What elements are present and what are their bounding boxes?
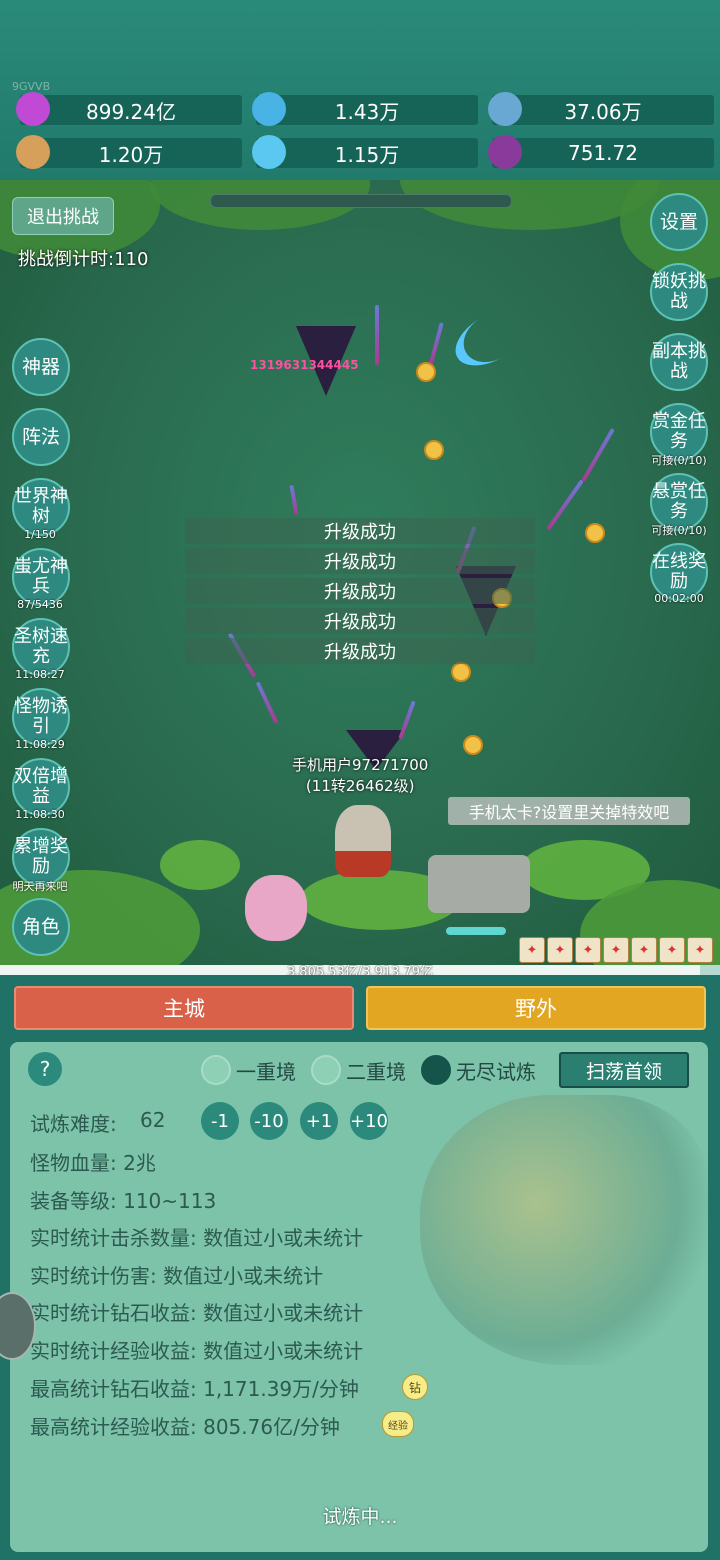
foliage xyxy=(160,840,240,890)
difficulty-minus-1-button[interactable]: -1 xyxy=(201,1102,239,1140)
coin-drop xyxy=(585,523,605,543)
exit-challenge-button[interactable]: 退出挑战 xyxy=(12,197,114,235)
pet-character xyxy=(245,875,307,941)
difficulty-minus-10-button[interactable]: -10 xyxy=(250,1102,288,1140)
skill-slot-icon[interactable]: ✦ xyxy=(575,937,601,963)
upgrade-success-text: 升级成功 xyxy=(185,638,535,664)
skill-slot-icon[interactable]: ✦ xyxy=(603,937,629,963)
skill-slot-icon[interactable]: ✦ xyxy=(631,937,657,963)
upgrade-success-text: 升级成功 xyxy=(185,548,535,574)
reward-task-status: 可接(0/10) xyxy=(651,524,707,537)
exp-badge-icon: 经验 xyxy=(382,1411,414,1437)
realtime-diamond: 实时统计钻石收益: 数值过小或未统计 xyxy=(30,1301,364,1325)
trial-status: 试炼中... xyxy=(322,1506,398,1528)
player-character xyxy=(335,805,391,877)
coin-drop xyxy=(416,362,436,382)
orb-icon xyxy=(488,92,522,126)
damage-number: 1319631344445 xyxy=(250,358,359,372)
help-button[interactable]: ? xyxy=(28,1052,62,1086)
realtime-kills: 实时统计击杀数量: 数值过小或未统计 xyxy=(30,1226,364,1250)
potion-icon xyxy=(488,135,522,169)
wild-button[interactable]: 野外 xyxy=(366,986,706,1030)
coin-drop xyxy=(424,440,444,460)
diamond-badge-icon: 钻 xyxy=(402,1374,428,1400)
mode-label-1[interactable]: 一重境 xyxy=(236,1056,296,1085)
realtime-damage: 实时统计伤害: 数值过小或未统计 xyxy=(30,1264,324,1288)
difficulty-value: 62 xyxy=(140,1108,166,1132)
upgrade-success-text: 升级成功 xyxy=(185,578,535,604)
blue-crystal-icon xyxy=(252,92,286,126)
dungeon-challenge-button[interactable]: 副本挑战 xyxy=(650,333,708,391)
ice-crystal-icon xyxy=(252,135,286,169)
skill-slot-icon[interactable]: ✦ xyxy=(547,937,573,963)
resource-potions: 751.72 xyxy=(488,135,714,169)
resource-crystals: 1.43万 xyxy=(252,92,478,126)
player-name: 手机用户97271700 xyxy=(292,756,429,774)
resource-value: 1.43万 xyxy=(334,99,400,124)
upgrade-success-text: 升级成功 xyxy=(185,608,535,634)
monster-hp: 怪物血量: 2兆 xyxy=(30,1151,156,1175)
tank-unit xyxy=(428,855,530,913)
resource-value: 1.15万 xyxy=(334,142,400,167)
resource-value: 1.20万 xyxy=(98,142,164,167)
online-reward-timer: 00:02:00 xyxy=(654,592,704,605)
tree-boost-timer: 11:08:27 xyxy=(15,668,65,681)
difficulty-plus-1-button[interactable]: +1 xyxy=(300,1102,338,1140)
difficulty-label: 试炼难度: xyxy=(30,1112,117,1136)
player-nameplate: 手机用户97271700 (11转26462级) xyxy=(292,754,428,796)
mode-radio-1[interactable] xyxy=(201,1055,231,1085)
double-buff-timer: 11:08:30 xyxy=(15,808,65,821)
book-icon xyxy=(16,135,50,169)
resource-value: 37.06万 xyxy=(564,99,642,124)
skill-slot-icon[interactable]: ✦ xyxy=(519,937,545,963)
realtime-exp: 实时统计经验收益: 数值过小或未统计 xyxy=(30,1339,364,1363)
resource-value: 899.24亿 xyxy=(86,99,176,124)
formation-button[interactable]: 阵法 xyxy=(12,408,70,466)
upgrade-success-text: 升级成功 xyxy=(185,518,535,544)
purple-gem-icon xyxy=(16,92,50,126)
resource-value: 751.72 xyxy=(568,141,638,165)
tank-hp-bar xyxy=(446,927,506,935)
cumulative-reward-status: 明天再来吧 xyxy=(12,880,68,893)
mode-label-2[interactable]: 二重境 xyxy=(346,1056,406,1085)
mode-radio-3[interactable] xyxy=(421,1055,451,1085)
resource-gems: 899.24亿 xyxy=(16,92,242,126)
coin-drop xyxy=(451,662,471,682)
max-diamond: 最高统计钻石收益: 1,171.39万/分钟 xyxy=(30,1377,359,1401)
resource-orbs: 37.06万 xyxy=(488,92,714,126)
monster-lure-timer: 11:08:29 xyxy=(15,738,65,751)
demon-lock-button[interactable]: 锁妖挑战 xyxy=(650,263,708,321)
skill-slot-icon[interactable]: ✦ xyxy=(659,937,685,963)
mode-label-3[interactable]: 无尽试炼 xyxy=(456,1056,536,1085)
sword-projectile xyxy=(375,305,379,365)
performance-tip: 手机太卡?设置里关掉特效吧 xyxy=(448,797,690,825)
world-tree-progress: 1/150 xyxy=(24,528,56,541)
artifact-button[interactable]: 神器 xyxy=(12,338,70,396)
character-button[interactable]: 角色 xyxy=(12,898,70,956)
difficulty-plus-10-button[interactable]: +10 xyxy=(350,1102,388,1140)
chiyou-weapon-progress: 87/5436 xyxy=(17,598,63,611)
skill-slot-icon[interactable]: ✦ xyxy=(687,937,713,963)
main-city-button[interactable]: 主城 xyxy=(14,986,354,1030)
resource-ice: 1.15万 xyxy=(252,135,478,169)
bounty-gold-status: 可接(0/10) xyxy=(651,454,707,467)
equip-level: 装备等级: 110~113 xyxy=(30,1189,217,1213)
tiger-illustration xyxy=(420,1095,710,1365)
sweep-boss-button[interactable]: 扫荡首领 xyxy=(559,1052,689,1088)
challenge-countdown: 挑战倒计时:110 xyxy=(18,249,149,270)
settings-button[interactable]: 设置 xyxy=(650,193,708,251)
max-exp: 最高统计经验收益: 805.76亿/分钟 xyxy=(30,1415,340,1439)
resource-books: 1.20万 xyxy=(16,135,242,169)
mode-radio-2[interactable] xyxy=(311,1055,341,1085)
boss-hp-bar xyxy=(210,194,512,208)
coin-drop xyxy=(463,735,483,755)
player-level: (11转26462级) xyxy=(305,777,415,795)
